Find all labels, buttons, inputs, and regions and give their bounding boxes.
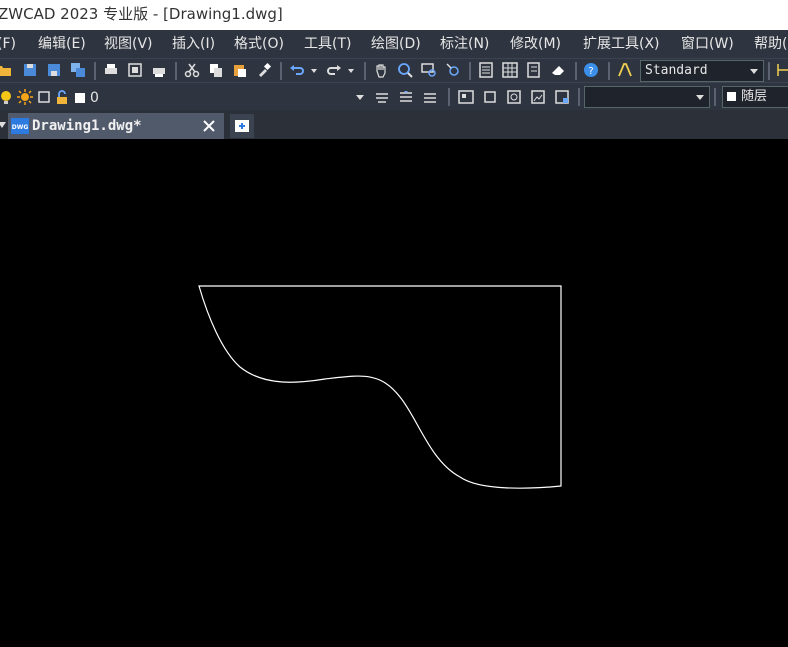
drawn-curve-shape[interactable] <box>198 285 562 489</box>
tool-palette-icon[interactable] <box>526 62 542 78</box>
menu-modify[interactable]: 修改(M) <box>510 30 561 58</box>
linetype-select[interactable] <box>584 86 710 108</box>
save-as-icon[interactable] <box>46 62 62 78</box>
block-icon[interactable] <box>554 89 570 105</box>
dwg-badge-text: DWG <box>12 124 29 131</box>
color-value: 随层 <box>741 89 768 104</box>
dimension-style-icon[interactable] <box>776 62 788 78</box>
text-style-select[interactable]: Standard <box>640 60 764 82</box>
save-icon[interactable] <box>22 62 38 78</box>
drawing-svg <box>198 285 562 489</box>
make-current-layer-icon[interactable] <box>374 89 390 105</box>
hand-icon[interactable] <box>373 62 389 78</box>
eraser-icon[interactable] <box>550 62 566 78</box>
menu-draw[interactable]: 绘图(D) <box>371 30 421 58</box>
chevron-down-icon <box>696 95 704 100</box>
raster-image-icon[interactable] <box>530 89 546 105</box>
folder-open-icon[interactable] <box>0 62 12 78</box>
menu-help[interactable]: 帮助( <box>754 30 787 58</box>
named-views-icon[interactable] <box>506 89 522 105</box>
tab-label: Drawing1.dwg* <box>32 118 142 134</box>
tab-drawing1[interactable]: DWG Drawing1.dwg* <box>8 113 224 139</box>
copy-icon[interactable] <box>208 62 224 78</box>
close-icon[interactable] <box>203 120 215 132</box>
color-swatch-icon <box>727 92 736 101</box>
menu-window[interactable]: 窗口(W) <box>681 30 734 58</box>
undo-icon[interactable] <box>289 62 305 78</box>
document-tab-bar: DWG Drawing1.dwg* <box>0 110 788 139</box>
layer-select[interactable] <box>0 86 370 108</box>
menu-tools[interactable]: 工具(T) <box>304 30 351 58</box>
new-tab-button[interactable] <box>230 114 254 138</box>
properties-icon[interactable] <box>478 62 494 78</box>
standard-toolbar: ? Standard <box>0 58 788 83</box>
paintbrush-icon[interactable] <box>256 62 272 78</box>
plus-icon <box>235 120 249 132</box>
help-icon[interactable]: ? <box>583 62 599 78</box>
layout-icon[interactable] <box>458 89 474 105</box>
menu-ext-tools[interactable]: 扩展工具(X) <box>583 30 660 58</box>
menu-view[interactable]: 视图(V) <box>104 30 153 58</box>
text-style-value: Standard <box>645 63 708 78</box>
menu-insert[interactable]: 插入(I) <box>172 30 215 58</box>
design-center-icon[interactable] <box>502 62 518 78</box>
plot-icon[interactable] <box>151 62 167 78</box>
print-icon[interactable] <box>103 62 119 78</box>
layer-manager-icon[interactable] <box>398 89 414 105</box>
dwg-file-icon: DWG <box>11 118 29 134</box>
drawing-canvas[interactable] <box>0 139 788 643</box>
redo-dropdown-icon[interactable] <box>343 62 359 78</box>
text-style-icon <box>618 63 632 77</box>
chevron-down-icon <box>356 95 364 100</box>
layers-toolbar: 0 随层 <box>0 82 788 111</box>
window-title: ZWCAD 2023 专业版 - [Drawing1.dwg] <box>0 5 283 23</box>
color-select[interactable]: 随层 <box>722 86 788 108</box>
menu-dimension[interactable]: 标注(N) <box>440 30 489 58</box>
undo-dropdown-icon[interactable] <box>306 62 322 78</box>
menu-file[interactable]: (F) <box>0 30 16 58</box>
zoom-previous-icon[interactable] <box>445 62 461 78</box>
title-bar: ZWCAD 2023 专业版 - [Drawing1.dwg] <box>0 0 788 30</box>
svg-text:?: ? <box>588 66 593 77</box>
save-all-icon[interactable] <box>70 62 86 78</box>
menu-bar: (F) 编辑(E) 视图(V) 插入(I) 格式(O) 工具(T) 绘图(D) … <box>0 30 788 58</box>
chevron-down-icon <box>750 69 758 74</box>
layer-previous-icon[interactable] <box>422 89 438 105</box>
paste-icon[interactable] <box>232 62 248 78</box>
menu-edit[interactable]: 编辑(E) <box>38 30 86 58</box>
scissors-icon[interactable] <box>184 62 200 78</box>
redo-icon[interactable] <box>326 62 342 78</box>
zoom-window-icon[interactable] <box>421 62 437 78</box>
print-preview-icon[interactable] <box>127 62 143 78</box>
viewport-icon[interactable] <box>482 89 498 105</box>
tab-scroll-down-icon[interactable] <box>0 121 6 129</box>
menu-format[interactable]: 格式(O) <box>234 30 284 58</box>
zoom-realtime-icon[interactable] <box>397 62 413 78</box>
